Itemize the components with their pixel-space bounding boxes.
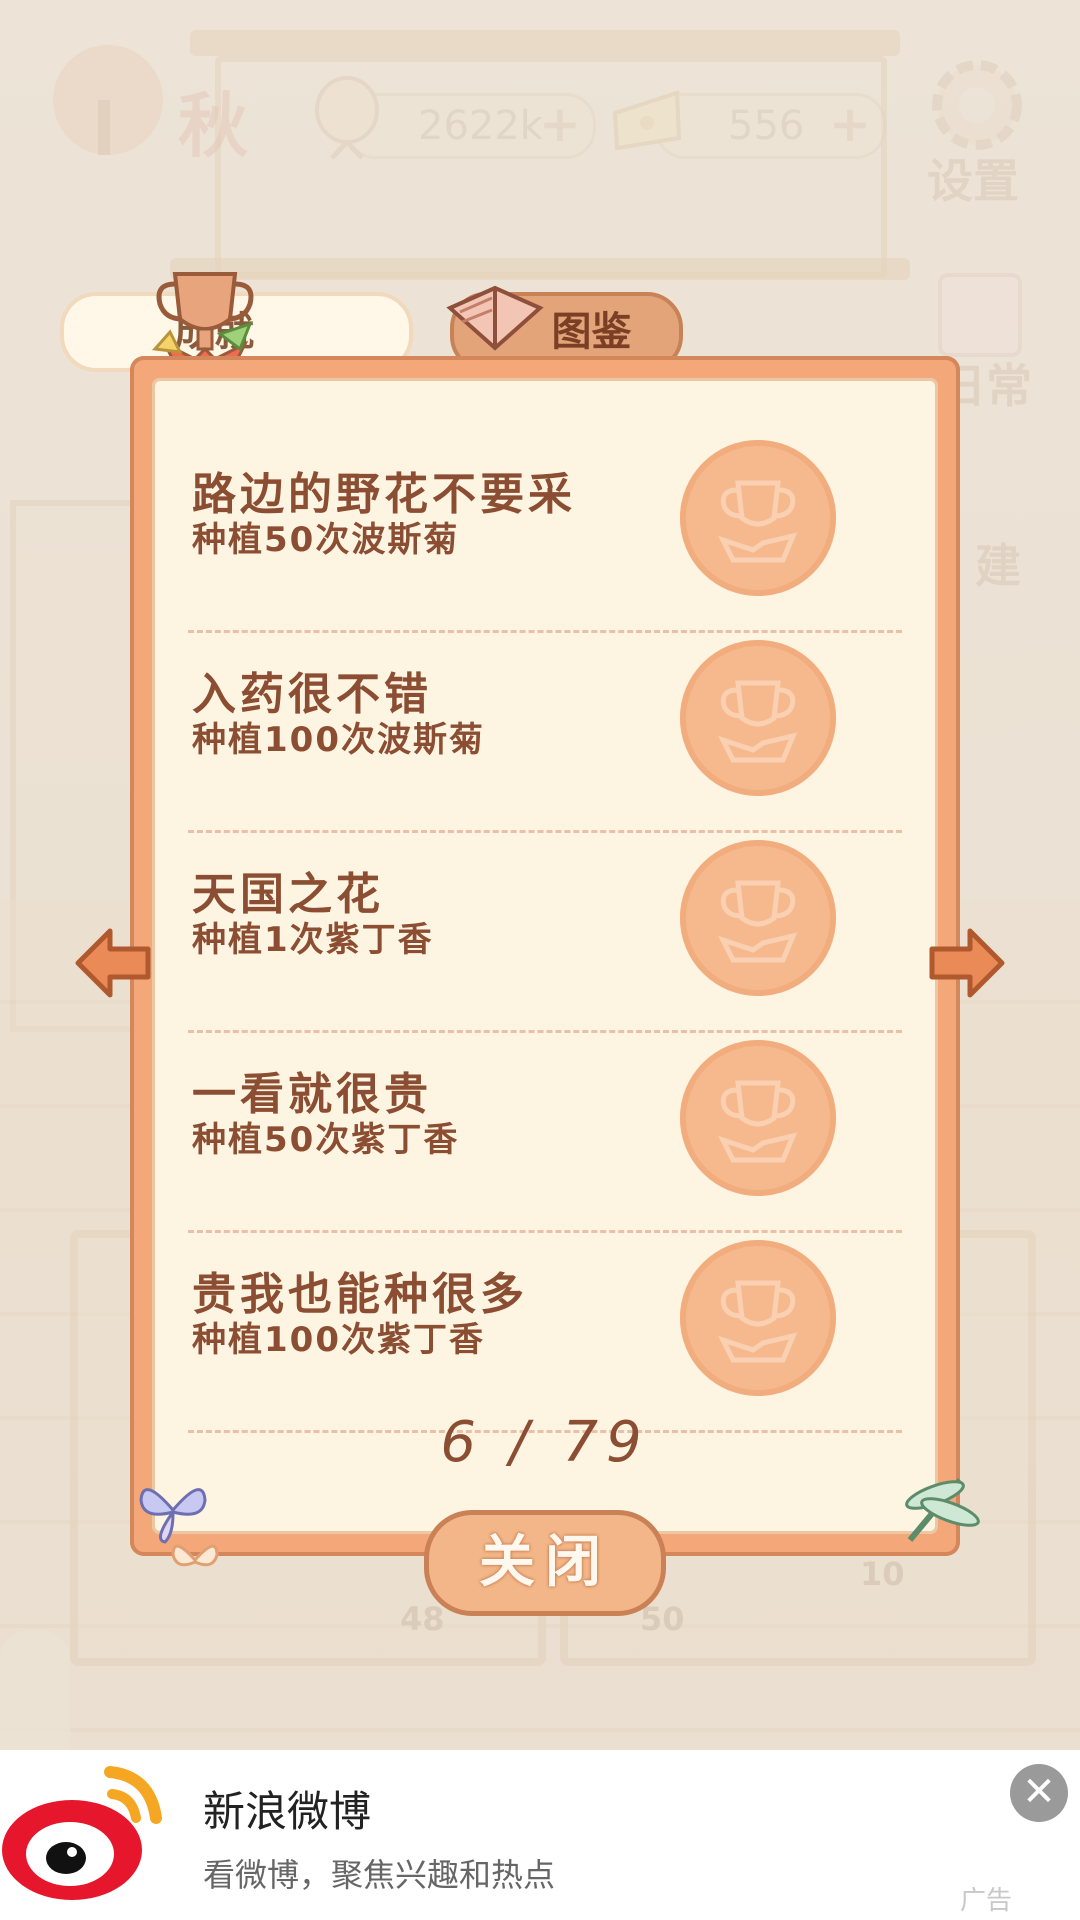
ad-banner[interactable]: 新浪微博 看微博，聚焦兴趣和热点 ✕ xyxy=(0,1750,1080,1920)
achievement-medal xyxy=(680,1040,836,1196)
ad-subtitle: 看微博，聚焦兴趣和热点 xyxy=(203,1856,556,1894)
achievement-desc: 种植100次波斯菊 xyxy=(192,720,485,760)
achievement-row: 贵我也能种很多 种植100次紫丁香 xyxy=(152,1200,938,1433)
achievement-row: 一看就很贵 种植50次紫丁香 xyxy=(152,1000,938,1233)
achievement-medal xyxy=(680,1240,836,1396)
page-counter: 6 / 79 xyxy=(440,1410,650,1475)
achievement-row: 天国之花 种植1次紫丁香 xyxy=(152,800,938,1033)
ad-close-button[interactable]: ✕ xyxy=(1010,1764,1068,1822)
achievement-row: 路边的野花不要采 种植50次波斯菊 xyxy=(152,400,938,633)
achievement-desc: 种植100次紫丁香 xyxy=(192,1320,485,1360)
achievement-medal xyxy=(680,440,836,596)
trophy-medal-icon xyxy=(718,480,798,563)
trophy-medal-icon xyxy=(718,1280,798,1363)
achievement-desc: 种植50次紫丁香 xyxy=(192,1120,460,1160)
book-icon xyxy=(446,285,544,351)
dragonfly-icon xyxy=(905,1478,980,1542)
weibo-logo-icon xyxy=(2,1766,162,1900)
butterfly-small-icon xyxy=(171,1544,219,1567)
ad-title: 新浪微博 xyxy=(203,1787,372,1836)
achievement-medal xyxy=(680,640,836,796)
achievement-row: 入药很不错 种植100次波斯菊 xyxy=(152,600,938,833)
ad-tag: 广告 xyxy=(960,1886,1013,1916)
next-page-arrow-icon[interactable] xyxy=(926,925,1010,1001)
achievement-desc: 种植50次波斯菊 xyxy=(192,520,460,560)
prev-page-arrow-icon[interactable] xyxy=(70,925,154,1001)
trophy-medal-icon xyxy=(718,680,798,763)
close-button[interactable]: 关闭 xyxy=(424,1510,666,1616)
trophy-medal-icon xyxy=(718,1080,798,1163)
achievement-medal xyxy=(680,840,836,996)
achievement-desc: 种植1次紫丁香 xyxy=(192,920,434,960)
trophy-medal-icon xyxy=(718,880,798,963)
